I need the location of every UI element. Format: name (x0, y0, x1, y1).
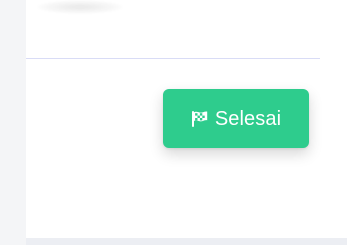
finish-button[interactable]: Selesai (163, 89, 309, 148)
divider-line (26, 58, 320, 59)
card-bottom-edge (26, 238, 347, 245)
viewport: Selesai (0, 0, 347, 245)
finish-button-label: Selesai (214, 107, 282, 130)
checkered-flag-icon (191, 110, 209, 128)
blurred-header-area (36, 0, 124, 14)
